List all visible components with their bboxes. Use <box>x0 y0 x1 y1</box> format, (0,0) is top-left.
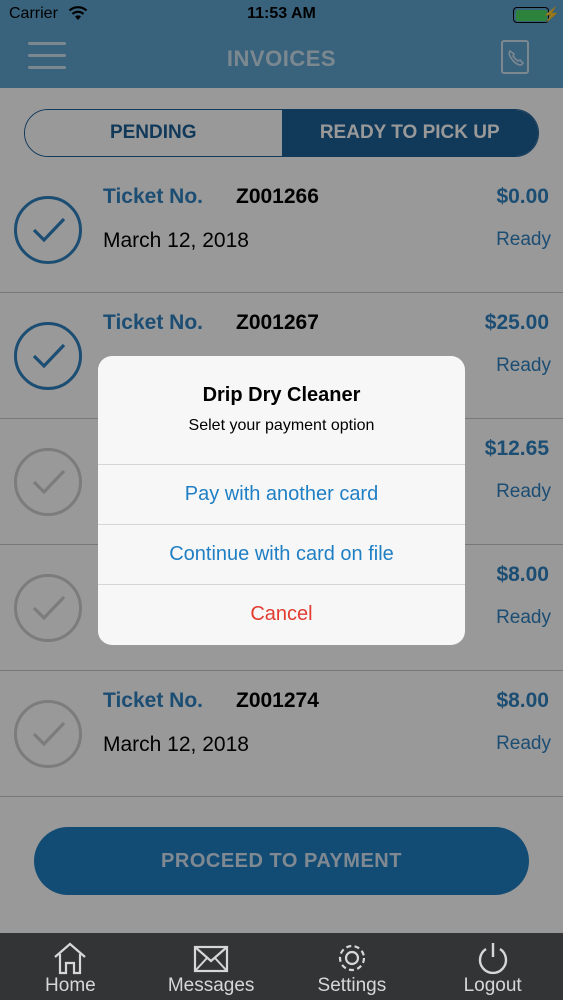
tab-bar: Home Messages Settings Logout <box>0 933 563 1000</box>
tab-settings-label: Settings <box>317 975 387 996</box>
tab-messages-label: Messages <box>167 975 255 996</box>
continue-with-card-on-file-button[interactable]: Continue with card on file <box>98 524 465 584</box>
tab-logout[interactable]: Logout <box>422 933 563 1000</box>
cancel-button[interactable]: Cancel <box>98 584 465 644</box>
tab-home[interactable]: Home <box>0 933 141 1000</box>
home-icon <box>54 942 87 975</box>
tab-settings[interactable]: Settings <box>282 933 423 1000</box>
gear-icon <box>338 944 365 972</box>
alert-message: Selet your payment option <box>188 417 375 434</box>
power-icon <box>478 943 507 975</box>
tab-logout-label: Logout <box>463 975 522 996</box>
alert-title: Drip Dry Cleaner <box>202 384 361 406</box>
tab-home-label: Home <box>45 975 96 996</box>
tab-messages[interactable]: Messages <box>141 933 282 1000</box>
envelope-icon <box>194 945 229 973</box>
payment-option-alert: Drip Dry Cleaner Selet your payment opti… <box>98 356 465 645</box>
pay-with-another-card-button[interactable]: Pay with another card <box>98 464 465 524</box>
